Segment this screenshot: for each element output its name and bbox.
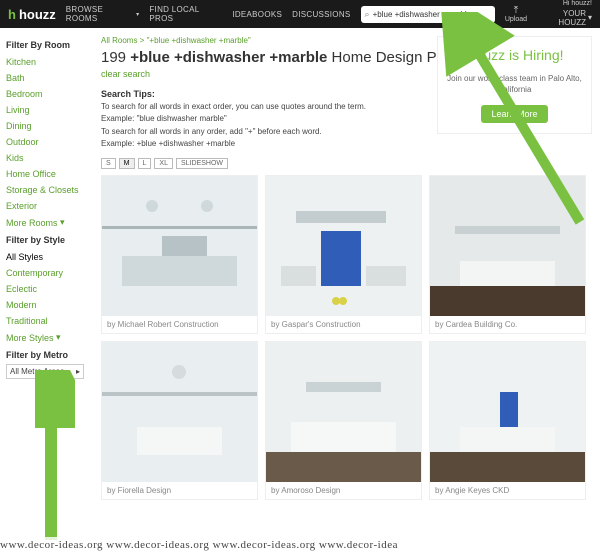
result-card[interactable]: by Gaspar's Construction	[265, 175, 422, 334]
room-dining[interactable]: Dining	[6, 118, 87, 134]
metro-select[interactable]: All Metro Areas ▸	[6, 364, 84, 379]
result-thumbnail	[266, 342, 421, 482]
chevron-down-icon: ▾	[60, 217, 65, 228]
room-bedroom[interactable]: Bedroom	[6, 86, 87, 102]
chevron-down-icon: ▾	[136, 11, 139, 18]
result-card[interactable]: by Fiorella Design	[101, 341, 258, 500]
style-traditional[interactable]: Traditional	[6, 313, 87, 329]
style-all[interactable]: All Styles	[6, 249, 87, 265]
result-card[interactable]: by Amoroso Design	[265, 341, 422, 500]
view-s[interactable]: S	[101, 158, 116, 169]
account-menu[interactable]: Hi houzz! YOUR HOUZZ▾	[537, 0, 592, 28]
filter-metro-title: Filter by Metro	[6, 350, 87, 360]
logo[interactable]: h houzz	[8, 7, 56, 22]
chevron-down-icon: ▾	[56, 332, 61, 343]
room-living[interactable]: Living	[6, 102, 87, 118]
view-xl[interactable]: XL	[154, 158, 173, 169]
nav-browse-rooms[interactable]: BROWSE ROOMS ▾	[66, 5, 140, 23]
tips-example: Example: +blue +dishwasher +marble	[101, 139, 401, 149]
room-bath[interactable]: Bath	[6, 70, 87, 86]
watermark-text: www.decor-ideas.org www.decor-ideas.org …	[0, 537, 600, 553]
room-exterior[interactable]: Exterior	[6, 198, 87, 214]
result-card[interactable]: by Angie Keyes CKD	[429, 341, 586, 500]
filter-style-title: Filter by Style	[6, 235, 87, 245]
select-arrow-icon: ▸	[76, 367, 80, 376]
search-icon: ⌕	[365, 9, 370, 20]
nav-find-local-pros[interactable]: FIND LOCAL PROS	[149, 5, 222, 23]
room-kids[interactable]: Kids	[6, 150, 87, 166]
result-author: Angie Keyes CKD	[445, 486, 509, 495]
chevron-down-icon: ▾	[588, 13, 592, 23]
search-wrap: ⌕	[361, 6, 495, 23]
view-m[interactable]: M	[119, 158, 135, 169]
tips-title: Search Tips:	[101, 89, 401, 99]
result-author: Amoroso Design	[281, 486, 340, 495]
result-card[interactable]: by Michael Robert Construction	[101, 175, 258, 334]
result-author: Gaspar's Construction	[282, 320, 361, 329]
result-author: Fiorella Design	[118, 486, 171, 495]
room-home-office[interactable]: Home Office	[6, 166, 87, 182]
nav-ideabooks[interactable]: IDEABOOKS	[232, 10, 282, 19]
learn-more-button[interactable]: Learn More	[481, 105, 547, 123]
top-nav: h houzz BROWSE ROOMS ▾ FIND LOCAL PROS I…	[0, 0, 600, 28]
search-input[interactable]	[373, 10, 491, 19]
nav-discussions[interactable]: DISCUSSIONS	[292, 10, 350, 19]
style-modern[interactable]: Modern	[6, 297, 87, 313]
hiring-body: Join our world class team in Palo Alto, …	[446, 73, 583, 95]
result-thumbnail	[266, 176, 421, 316]
result-thumbnail	[102, 176, 257, 316]
room-kitchen[interactable]: Kitchen	[6, 54, 87, 70]
tips-line: To search for all words in exact order, …	[101, 102, 401, 112]
result-card[interactable]: by Cardea Building Co.	[429, 175, 586, 334]
view-l[interactable]: L	[138, 158, 152, 169]
logo-icon: h	[8, 7, 16, 22]
style-contemporary[interactable]: Contemporary	[6, 265, 87, 281]
result-author: Cardea Building Co.	[446, 320, 518, 329]
hiring-title: Houzz is Hiring!	[446, 47, 583, 63]
result-thumbnail	[102, 342, 257, 482]
search-tips: Search Tips: To search for all words in …	[101, 89, 401, 150]
results-grid: by Michael Robert Construction by Gaspar…	[101, 175, 592, 500]
main: All Rooms > "+blue +dishwasher +marble" …	[93, 28, 600, 508]
view-options: S M L XL SLIDESHOW	[101, 158, 592, 169]
style-eclectic[interactable]: Eclectic	[6, 281, 87, 297]
filter-room-title: Filter By Room	[6, 40, 87, 50]
room-outdoor[interactable]: Outdoor	[6, 134, 87, 150]
result-thumbnail	[430, 176, 585, 316]
upload-button[interactable]: ⤒ Upload	[505, 5, 527, 23]
more-rooms[interactable]: More Rooms ▾	[6, 214, 87, 231]
hiring-card: Houzz is Hiring! Join our world class te…	[437, 36, 592, 134]
logo-text: houzz	[19, 7, 56, 22]
result-thumbnail	[430, 342, 585, 482]
more-styles[interactable]: More Styles ▾	[6, 329, 87, 346]
result-author: Michael Robert Construction	[118, 320, 219, 329]
tips-line: To search for all words in any order, ad…	[101, 127, 401, 137]
sidebar: Filter By Room Kitchen Bath Bedroom Livi…	[0, 28, 93, 508]
room-storage[interactable]: Storage & Closets	[6, 182, 87, 198]
upload-icon: ⤒	[514, 5, 518, 16]
view-slideshow[interactable]: SLIDESHOW	[176, 158, 228, 169]
tips-example: Example: "blue dishwasher marble"	[101, 114, 401, 124]
